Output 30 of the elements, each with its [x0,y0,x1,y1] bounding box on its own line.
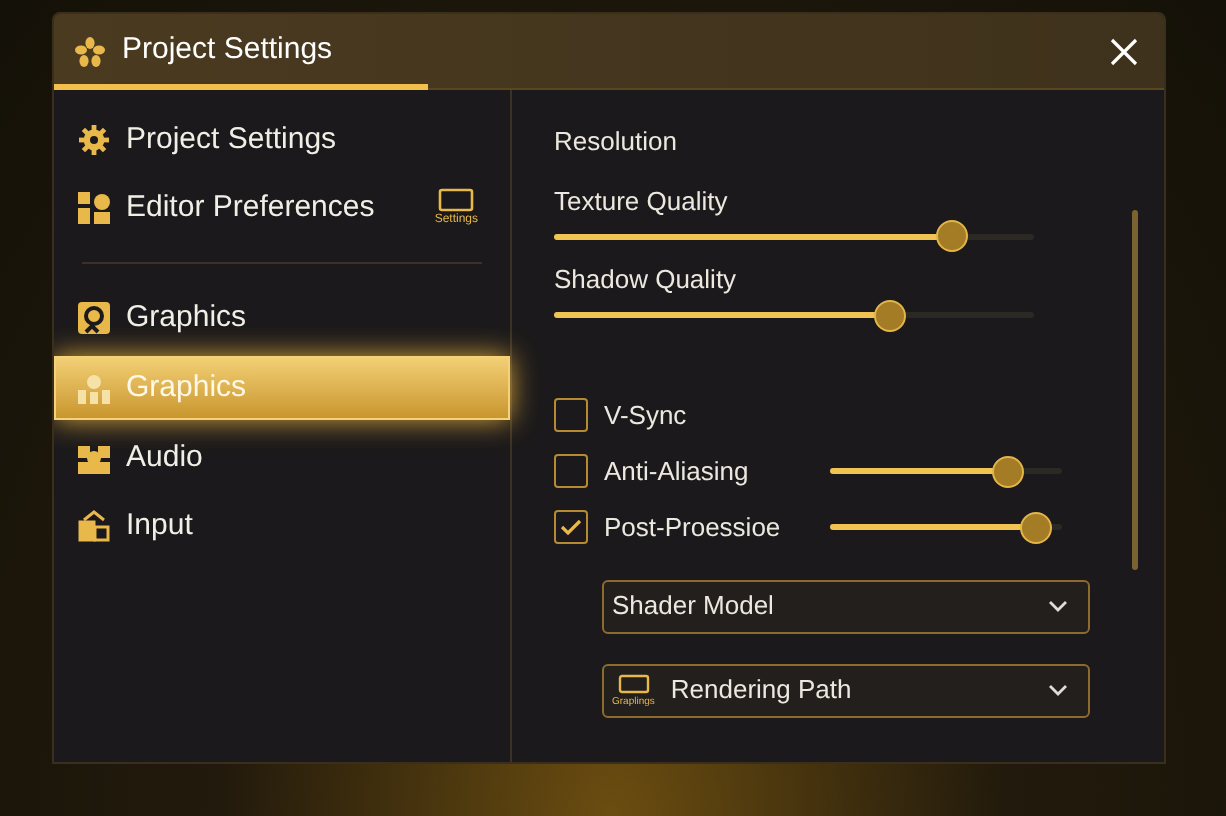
sidebar-item[interactable]: Graphics [54,284,510,352]
slider-label: Shadow Quality [554,262,739,298]
sidebar-item[interactable]: Audio [54,424,510,492]
slider[interactable] [830,455,1062,487]
figure-icon [78,372,110,404]
slider[interactable] [830,511,1062,543]
checkbox[interactable] [554,454,588,488]
option-label: V-Sync [604,397,689,434]
section-heading: Resolution [554,124,679,160]
option-label: Anti-Aliasing [604,453,751,490]
blocks-icon [78,442,110,474]
window-title: Project Settings [122,30,333,71]
image-icon [78,302,110,334]
checkmark-icon [560,518,582,536]
checkbox[interactable] [554,510,588,544]
slider[interactable] [554,299,1034,331]
gear-icon [78,124,110,156]
chevron-icon [1048,684,1068,696]
shapes-icon [78,192,110,224]
dropdown[interactable]: Shader Model [602,579,1090,633]
devices-icon [78,510,110,542]
slider[interactable] [554,220,1034,252]
flower-icon [74,35,106,67]
checkbox[interactable] [554,398,588,432]
sidebar-item[interactable]: Project Settings [54,106,510,174]
chevron-icon [1048,600,1068,612]
sidebar-item[interactable]: Input [54,492,510,560]
scrollbar[interactable] [1132,210,1138,570]
slider-label: Texture Quality [554,183,730,220]
option-label: Post-Proessioe [604,509,783,546]
